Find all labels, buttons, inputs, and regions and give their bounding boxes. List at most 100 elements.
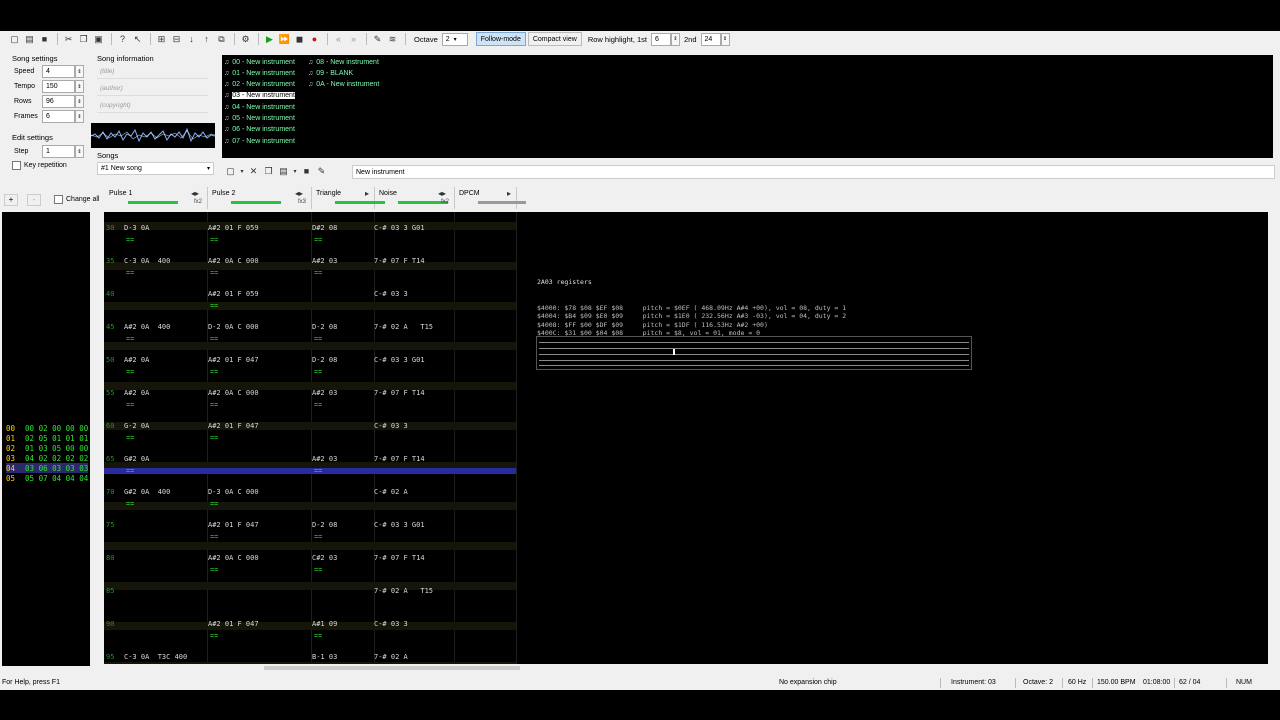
pattern-cell-tri[interactable]: D-2 08 [312,356,337,364]
row-highlight-2nd-field[interactable]: 24 [700,32,721,46]
instrument-item[interactable]: ♫ 04 - New instrument [224,102,295,112]
instrument-item[interactable]: ♫ 00 - New instrument [224,57,295,67]
pattern-cell-tri[interactable]: B-1 03 [312,653,337,661]
remove-instrument-icon[interactable]: ✕ [247,165,260,177]
change-all-checkbox[interactable] [54,195,63,204]
effect-columns-arrow-icon[interactable]: ◂▸ [438,189,446,198]
pattern-cell-noi[interactable]: C-# 03 3 G01 [374,224,425,232]
channel-pulse-1[interactable]: Pulse 1 ◂▸ fx2 [104,187,208,209]
load-instrument-icon[interactable]: ▤ [277,165,290,177]
pattern-cell-p2[interactable]: A#2 01 F 047 [208,356,259,364]
pattern-cell-p1[interactable]: C-3 0A 400 [124,257,170,265]
pattern-cell-p2[interactable]: D-2 0A C 000 [208,323,259,331]
pattern-cell-p1[interactable]: G-2 0A [124,422,149,430]
instrument-item[interactable]: ♫ 03 - New instrument [224,91,295,101]
song-select[interactable]: #1 New song ▾ [97,162,214,175]
speed-field[interactable]: 4 [42,65,75,78]
save-icon[interactable]: ■ [38,33,51,45]
pattern-cell-p1[interactable]: A#2 0A [124,356,149,364]
pattern-horizontal-scrollbar[interactable] [104,664,1268,672]
pattern-cell-noi[interactable]: 7-# 07 F T14 [374,389,425,397]
step-spin-icon[interactable]: ⇕ [75,145,84,158]
instrument-item[interactable]: ♫ 09 - BLANK [308,68,353,78]
pattern-cell-p1[interactable]: G#2 0A [124,455,149,463]
chevron-down-icon[interactable]: ▾ [292,165,298,177]
pattern-cell-noi[interactable]: C-# 03 3 G01 [374,521,425,529]
pattern-cell-noi[interactable]: C-# 03 3 [374,422,408,430]
waveform-visualizer[interactable] [91,123,215,148]
song-author-field[interactable]: (author) [97,85,208,96]
instrument-item[interactable]: ♫ 01 - New instrument [224,68,295,78]
help-icon[interactable]: ? [116,33,129,45]
pattern-cell-p2[interactable]: A#2 01 F 059 [208,224,259,232]
open-file-icon[interactable]: ▤ [23,33,36,45]
effect-columns-arrow-icon[interactable]: ◂▸ [191,189,199,198]
row-highlight-2nd-spin-icon[interactable]: ⇕ [720,32,730,46]
effect-columns-arrow-icon[interactable]: ◂▸ [295,189,303,198]
pattern-cell-noi[interactable]: 7-# 07 F T14 [374,554,425,562]
pattern-cell-p1[interactable]: C-3 0A T3C 400 [124,653,187,661]
instrument-item[interactable]: ♫ 07 - New instrument [224,136,295,146]
pattern-cell-noi[interactable]: 7-# 02 A T15 [374,323,433,331]
edit-instrument-icon[interactable]: ✎ [315,165,328,177]
frames-spin-icon[interactable]: ⇕ [75,110,84,123]
settings-icon[interactable]: ✎ [371,33,384,45]
rows-field[interactable]: 96 [42,95,75,108]
pattern-cell-p1[interactable]: A#2 0A 400 [124,323,170,331]
pattern-cell-noi[interactable]: C-# 03 3 G01 [374,356,425,364]
pattern-cell-p2[interactable]: A#2 01 F 059 [208,290,259,298]
scrollbar-thumb[interactable] [264,666,520,670]
pattern-cell-p1[interactable]: A#2 0A [124,389,149,397]
previous-track-icon[interactable]: « [332,33,345,45]
instrument-item[interactable]: ♫ 06 - New instrument [224,125,295,135]
pattern-cell-tri[interactable]: D#2 08 [312,224,337,232]
channel-dpcm[interactable]: DPCM ▸ [454,187,526,209]
record-icon[interactable]: ● [308,33,321,45]
insert-frame-icon[interactable]: ⊞ [155,33,168,45]
frame-row[interactable]: 04 03 06 03 03 03 [6,463,89,473]
play-loop-icon[interactable]: ⏩ [278,33,291,45]
pattern-cell-p2[interactable]: A#2 01 F 047 [208,620,259,628]
pattern-cell-tri[interactable]: A#2 03 [312,389,337,397]
play-icon[interactable]: ▶ [263,33,276,45]
pattern-cell-p1[interactable]: D-3 0A [124,224,149,232]
add-frame-button[interactable]: + [4,194,18,206]
frames-field[interactable]: 6 [42,110,75,123]
remove-frame-button[interactable]: - [27,194,41,206]
sample-window-icon[interactable]: ≋ [386,33,399,45]
instrument-list[interactable]: ♫ 00 - New instrument ♫ 01 - New instrument… [222,55,1273,158]
pattern-cell-noi[interactable]: C-# 02 A [374,488,408,496]
song-copyright-field[interactable]: (copyright) [97,102,208,113]
instrument-item[interactable]: ♫ 02 - New instrument [224,80,295,90]
frame-row[interactable]: 00 00 02 00 00 00 [6,423,88,433]
pattern-cell-p2[interactable]: A#2 01 F 047 [208,422,259,430]
row-highlight-1st-field[interactable]: 6 [651,32,672,46]
row-highlight-1st-spin-icon[interactable]: ⇕ [671,32,681,46]
tempo-field[interactable]: 150 [42,80,75,93]
speed-spin-icon[interactable]: ⇕ [75,65,84,78]
step-field[interactable]: 1 [42,145,75,158]
copy-icon[interactable]: ❐ [77,33,90,45]
pattern-cell-tri[interactable]: A#1 09 [312,620,337,628]
new-instrument-icon[interactable]: ▢ [224,165,237,177]
frame-row[interactable]: 02 01 03 05 00 00 [6,443,88,453]
chevron-down-icon[interactable]: ▾ [239,165,245,177]
pattern-cell-p2[interactable]: A#2 0A C 000 [208,257,259,265]
pattern-cell-tri[interactable]: A#2 03 [312,257,337,265]
key-repetition-checkbox[interactable] [12,161,21,170]
pattern-cell-tri[interactable]: A#2 03 [312,455,337,463]
frame-list[interactable]: 00 00 02 00 00 00 01 02 05 01 01 01 02 01 03 … [2,212,90,666]
tempo-spin-icon[interactable]: ⇕ [75,80,84,93]
instrument-item[interactable]: ♫ 0A - New instrument [308,80,379,90]
pattern-cell-tri[interactable]: C#2 03 [312,554,337,562]
effect-columns-arrow-icon[interactable]: ▸ [507,189,511,198]
frame-row[interactable]: 03 04 02 02 02 02 [6,453,88,463]
channel-noise[interactable]: Noise ◂▸ fx2 [374,187,455,209]
channel-triangle[interactable]: Triangle ▸ [311,187,385,209]
paste-icon[interactable]: ▣ [92,33,105,45]
context-help-icon[interactable]: ↖ [131,33,144,45]
stop-icon[interactable]: ◼ [293,33,306,45]
pattern-cell-noi[interactable]: 7-# 02 A [374,653,408,661]
move-frame-up-icon[interactable]: ↑ [200,33,213,45]
pattern-cell-p1[interactable]: G#2 0A 400 [124,488,170,496]
